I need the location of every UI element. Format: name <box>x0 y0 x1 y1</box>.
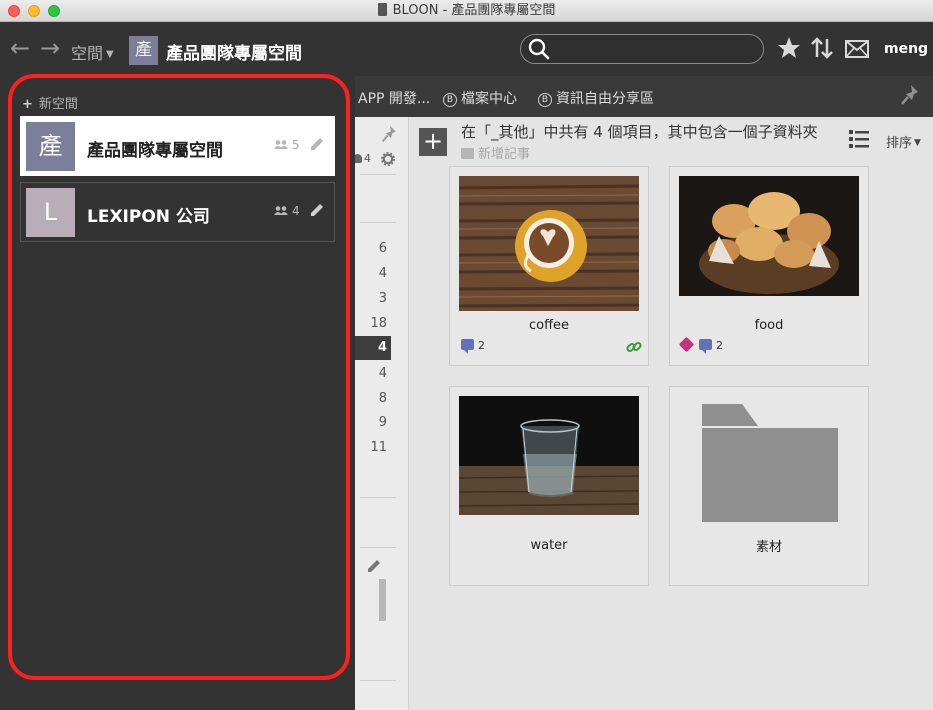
tab-label: 資訊自由分享區 <box>556 91 654 107</box>
space-avatar: 產 <box>26 122 75 171</box>
comment-icon <box>461 339 474 354</box>
scrollbar-thumb[interactable] <box>379 579 386 621</box>
tag-icon[interactable] <box>678 336 695 353</box>
arrow-left-icon[interactable]: ← <box>10 35 30 61</box>
mail-icon[interactable] <box>845 40 869 58</box>
space-item-product-team[interactable]: 產 產品團隊專屬空間 5 <box>20 116 335 176</box>
item-card-food[interactable]: food 2 <box>669 166 869 366</box>
sort-arrows-icon[interactable] <box>810 36 834 60</box>
search-icon <box>528 38 550 60</box>
people-icon <box>274 206 288 215</box>
item-card-coffee[interactable]: coffee 2 <box>449 166 649 366</box>
minimize-window-button[interactable] <box>28 5 40 17</box>
member-count: 5 <box>274 138 300 152</box>
space-menu-button[interactable]: 空間 ▼ <box>71 40 114 64</box>
member-count-value: 4 <box>364 152 371 165</box>
space-name: 產品團隊專屬空間 <box>87 141 223 161</box>
space-item-lexipon[interactable]: L LEXIPON 公司 4 <box>20 182 335 242</box>
chevron-down-icon: ▼ <box>106 49 114 60</box>
sort-button[interactable]: 排序 ▼ <box>886 132 921 151</box>
tab-info-share[interactable]: B 資訊自由分享區 <box>538 88 654 108</box>
space-avatar: L <box>26 188 75 237</box>
member-count-value: 5 <box>292 138 300 152</box>
current-space-title: 產品團隊專屬空間 <box>166 44 302 64</box>
new-space-label: 新空間 <box>38 97 78 112</box>
pencil-icon[interactable] <box>310 137 324 151</box>
comment-count-value: 2 <box>716 339 723 352</box>
board-count-active[interactable]: 4 <box>351 336 391 360</box>
main-content: + 在「_其他」中共有 4 個項目，其中包含一個子資料夾 新增記事 排序 ▼ c… <box>410 117 933 710</box>
arrow-right-icon[interactable]: → <box>40 35 60 61</box>
comment-icon[interactable] <box>699 339 712 354</box>
new-note-label: 新增記事 <box>478 147 531 162</box>
user-name[interactable]: meng <box>884 41 928 57</box>
member-count-value: 4 <box>292 204 300 218</box>
coffee-image <box>459 176 639 311</box>
top-toolbar: ← → 空間 ▼ 產 產品團隊專屬空間 meng <box>0 22 933 76</box>
member-count: 4 <box>274 204 300 218</box>
item-label: food <box>754 318 784 333</box>
item-label: coffee <box>528 318 570 333</box>
current-space-avatar: 產 <box>129 36 158 65</box>
comment-count[interactable]: 2 <box>461 339 485 354</box>
tabs-bar: APP 開發... B 檔案中心 B 資訊自由分享區 <box>355 76 933 117</box>
app-icon <box>377 3 387 16</box>
divider <box>360 497 396 498</box>
folder-icon <box>702 404 838 522</box>
member-count: 4 <box>353 152 371 165</box>
folder-summary: 在「_其他」中共有 4 個項目，其中包含一個子資料夾 <box>461 123 818 141</box>
item-card-water[interactable]: water <box>449 386 649 586</box>
board-icon: B <box>443 93 457 107</box>
water-image <box>459 396 639 515</box>
item-label: water <box>530 538 568 553</box>
plus-icon: + <box>22 97 33 112</box>
chevron-down-icon: ▼ <box>914 138 921 148</box>
pencil-icon[interactable] <box>310 203 324 217</box>
new-space-button[interactable]: + 新空間 <box>22 93 78 112</box>
search-input[interactable] <box>520 34 764 64</box>
food-image <box>679 176 859 296</box>
item-meta: 2 <box>678 336 723 354</box>
pencil-icon[interactable] <box>367 559 381 573</box>
note-icon <box>461 148 474 159</box>
space-menu-label: 空間 <box>71 44 104 63</box>
space-name: LEXIPON 公司 <box>87 207 210 227</box>
divider <box>360 174 396 175</box>
star-icon[interactable] <box>777 36 801 60</box>
pin-icon[interactable] <box>900 84 922 106</box>
divider <box>360 547 396 548</box>
window-titlebar: BLOON - 產品團隊專屬空間 <box>0 0 933 22</box>
people-icon <box>274 140 288 149</box>
gear-icon[interactable] <box>381 152 395 166</box>
pin-icon[interactable] <box>381 125 399 143</box>
close-window-button[interactable] <box>8 5 20 17</box>
zoom-window-button[interactable] <box>48 5 60 17</box>
divider <box>360 222 396 223</box>
link-icon[interactable] <box>626 339 642 355</box>
item-card-folder[interactable]: 素材 <box>669 386 869 586</box>
board-list-column: 4 6 4 3 18 4 4 8 9 11 <box>351 117 409 710</box>
tab-file-center[interactable]: B 檔案中心 <box>443 88 517 108</box>
window-title: BLOON - 產品團隊專屬空間 <box>392 3 556 18</box>
board-icon: B <box>538 93 552 107</box>
tab-label: 檔案中心 <box>461 91 517 107</box>
spaces-panel: + 新空間 產 產品團隊專屬空間 5 L LEXIPON 公司 4 <box>0 76 355 710</box>
divider <box>360 680 396 681</box>
tab-label: APP 開發... <box>358 91 431 107</box>
add-note-button[interactable]: + <box>419 128 447 156</box>
list-view-icon[interactable] <box>849 129 869 149</box>
new-note-link[interactable]: 新增記事 <box>461 143 530 162</box>
tab-app-dev[interactable]: APP 開發... <box>358 88 430 108</box>
item-label: 素材 <box>755 540 782 555</box>
sort-label: 排序 <box>886 136 913 151</box>
comment-count-value: 2 <box>478 339 485 352</box>
